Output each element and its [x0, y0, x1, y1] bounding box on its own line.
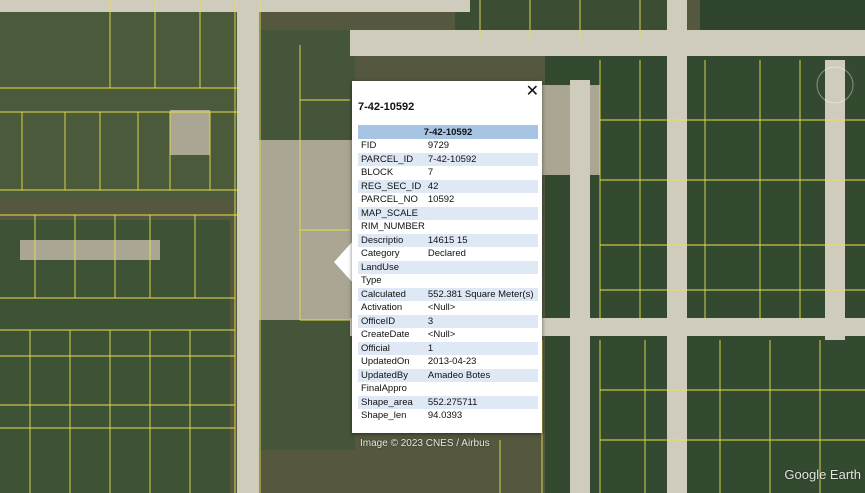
table-row: PARCEL_NO 10592 — [358, 193, 538, 207]
table-row: UpdatedBy Amadeo Botes — [358, 368, 538, 382]
balloon-pointer — [334, 241, 353, 283]
table-row: Shape_len 94.0393 — [358, 409, 538, 423]
attr-key: MAP_SCALE — [358, 206, 425, 220]
attr-key: REG_SEC_ID — [358, 179, 425, 193]
attr-key: LandUse — [358, 260, 425, 274]
attr-key: Activation — [361, 302, 403, 314]
table-row: Type — [358, 274, 538, 288]
attr-value: 1 — [424, 341, 538, 355]
attr-value: <Null> — [427, 302, 456, 314]
attr-key: Shape_area — [358, 395, 425, 409]
attr-key: Category — [361, 248, 400, 260]
balloon-title: 7-42-10592 — [358, 101, 415, 113]
attr-key: Type — [361, 275, 382, 287]
attr-key: Descriptio — [358, 233, 425, 247]
info-balloon: ✕ 7-42-10592 7-42-10592 FID 9729 PARCEL_I… — [352, 81, 542, 433]
attr-key: OfficeID — [358, 314, 425, 328]
attr-key: CreateDate — [361, 329, 410, 341]
attr-key: FID — [361, 140, 377, 152]
table-row: Descriptio 14615 15 — [358, 233, 538, 247]
attr-key: Official — [358, 341, 425, 355]
attr-value: 14615 15 — [424, 233, 538, 247]
attr-value: 9729 — [427, 140, 450, 152]
attr-key: PARCEL_ID — [358, 152, 425, 166]
attr-value — [425, 274, 538, 288]
table-row: UpdatedOn 2013-04-23 — [358, 355, 538, 369]
table-row: Shape_area 552.275711 — [358, 395, 538, 409]
table-row: Activation <Null> — [358, 301, 538, 315]
attr-value: 7-42-10592 — [424, 152, 538, 166]
attr-value: 552.381 Square Meter(s) — [424, 287, 538, 301]
attr-value — [424, 260, 538, 274]
attr-value: 7 — [427, 167, 434, 179]
attr-key: PARCEL_NO — [361, 194, 418, 206]
table-row: CreateDate <Null> — [358, 328, 538, 342]
attribute-table-header: 7-42-10592 — [358, 125, 538, 139]
table-row: FinalAppro — [358, 382, 538, 396]
attr-value: 42 — [424, 179, 538, 193]
attr-key: Calculated — [358, 287, 425, 301]
table-row: Official 1 — [358, 341, 538, 355]
table-row: RIM_NUMBER — [358, 220, 538, 234]
attr-key: FinalAppro — [361, 383, 407, 395]
imagery-credit: Image © 2023 CNES / Airbus — [360, 438, 490, 449]
table-row: FID 9729 — [358, 139, 538, 153]
table-row: PARCEL_ID 7-42-10592 — [358, 152, 538, 166]
attr-value: 552.275711 — [424, 395, 538, 409]
attribute-table: 7-42-10592 FID 9729 PARCEL_ID 7-42-10592 B… — [358, 125, 538, 423]
attr-value — [424, 206, 538, 220]
attr-value: 3 — [424, 314, 538, 328]
attr-value: 10592 — [427, 194, 455, 206]
attr-key: RIM_NUMBER — [361, 221, 425, 233]
attr-value — [425, 220, 538, 234]
google-earth-logo: Google Earth — [784, 467, 861, 482]
close-icon[interactable]: ✕ — [526, 82, 539, 100]
attr-value: Declared — [427, 248, 466, 260]
table-row: BLOCK 7 — [358, 166, 538, 180]
attr-value: Amadeo Botes — [424, 368, 538, 382]
attr-key: Shape_len — [361, 410, 407, 422]
attr-value: 94.0393 — [427, 410, 463, 422]
attr-key: BLOCK — [361, 167, 394, 179]
table-row: MAP_SCALE — [358, 206, 538, 220]
table-row: Category Declared — [358, 247, 538, 261]
table-row: REG_SEC_ID 42 — [358, 179, 538, 193]
table-row: Calculated 552.381 Square Meter(s) — [358, 287, 538, 301]
attr-value: 2013-04-23 — [427, 356, 477, 368]
attr-value: <Null> — [427, 329, 456, 341]
attr-key: UpdatedBy — [358, 368, 425, 382]
attr-key: UpdatedOn — [361, 356, 410, 368]
table-row: OfficeID 3 — [358, 314, 538, 328]
attr-value — [425, 382, 538, 396]
table-row: LandUse — [358, 260, 538, 274]
